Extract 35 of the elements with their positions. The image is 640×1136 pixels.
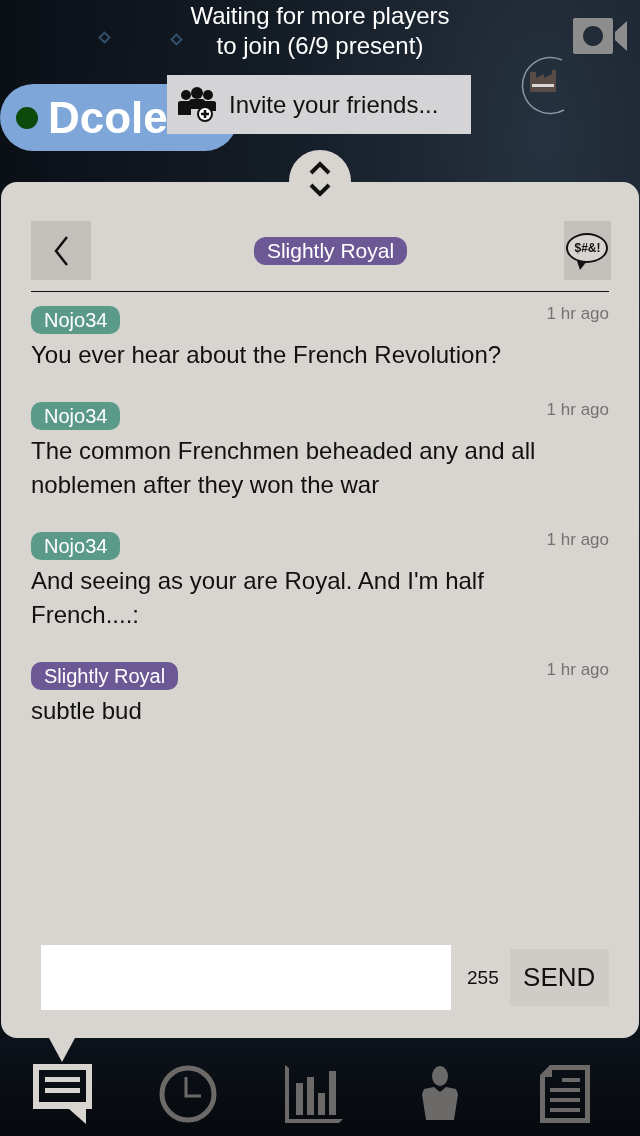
status-message: Waiting for more players to join (6/9 present) — [190, 1, 450, 61]
message-time: 1 hr ago — [546, 530, 609, 550]
back-button[interactable] — [31, 221, 91, 280]
send-button[interactable]: SEND — [509, 949, 609, 1006]
clock-icon — [159, 1065, 218, 1123]
clock-tab[interactable] — [159, 1065, 218, 1123]
message-text: And seeing as your are Royal. And I'm half French....: — [31, 566, 485, 630]
message-time: 1 hr ago — [546, 304, 609, 324]
author-tag: Slightly Royal — [31, 662, 179, 690]
chat-title: Slightly Royal — [253, 236, 408, 265]
author-tag: Nojo34 — [31, 532, 121, 560]
player-tab[interactable] — [421, 1066, 458, 1122]
message-text: subtle bud — [31, 696, 143, 726]
video-camera-icon[interactable] — [573, 18, 627, 54]
invite-button[interactable]: Invite your friends... — [167, 75, 471, 134]
message-time: 1 hr ago — [546, 400, 609, 420]
chat-tab[interactable] — [33, 1064, 93, 1124]
document-icon — [540, 1065, 591, 1123]
stats-tab[interactable] — [285, 1065, 343, 1123]
profanity-filter-button[interactable]: $#&! — [564, 221, 611, 280]
chevron-left-icon — [54, 235, 68, 266]
notes-tab[interactable] — [540, 1065, 591, 1123]
person-icon — [421, 1066, 458, 1122]
bar-chart-icon — [285, 1065, 343, 1123]
group-add-icon — [177, 86, 217, 123]
chat-icon — [33, 1064, 93, 1124]
char-count: 255 — [467, 966, 499, 989]
message-text: You ever hear about the French Revolution? — [31, 340, 503, 370]
chevron-up-down-icon — [308, 161, 332, 197]
player-name: Dcole — [48, 92, 168, 143]
message-text: The common Frenchmen beheaded any and all noblemen after they won the war — [31, 436, 537, 500]
author-tag: Nojo34 — [31, 402, 121, 430]
author-tag: Nojo34 — [31, 306, 121, 334]
message-time: 1 hr ago — [546, 660, 609, 680]
message-input[interactable] — [41, 945, 451, 1010]
